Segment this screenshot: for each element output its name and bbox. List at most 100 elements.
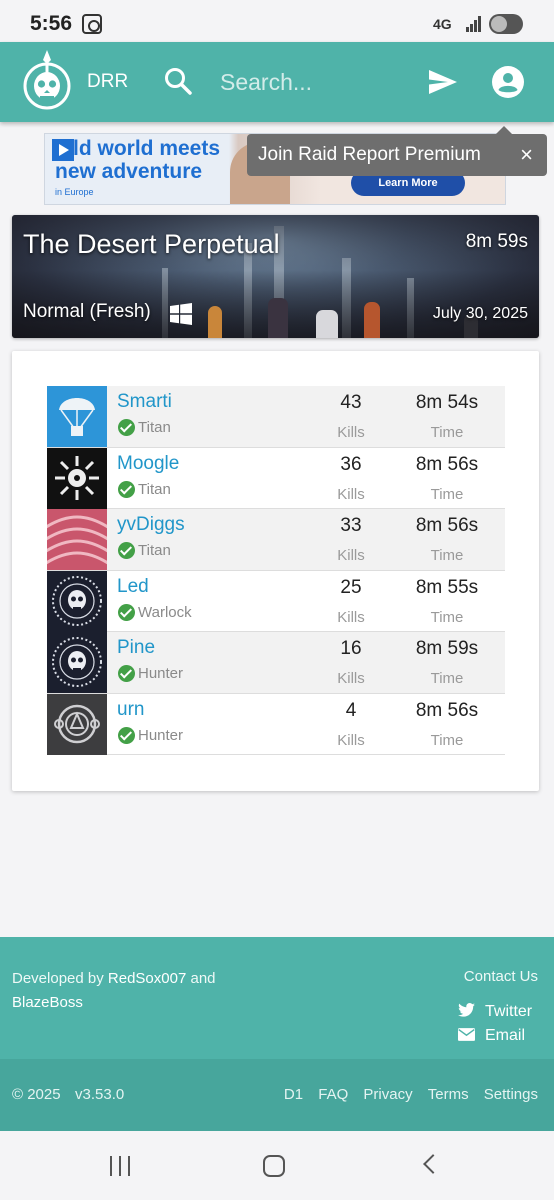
network-type: 4G: [433, 16, 452, 32]
player-list: Smarti Titan 43 Kills 8m 54s Time Moogle: [47, 386, 505, 755]
parachute-emblem-icon: [47, 386, 107, 447]
verified-check-icon: [118, 480, 135, 498]
player-kills: 33: [340, 515, 362, 536]
activity-title: The Desert Perpetual: [23, 229, 280, 259]
ad-subtext: in Europe: [55, 187, 94, 197]
footer-link-settings[interactable]: Settings: [484, 1086, 538, 1103]
player-kills: 16: [340, 638, 362, 659]
close-icon[interactable]: ×: [520, 134, 533, 176]
kills-label: Kills: [337, 670, 365, 687]
activity-mode: Normal (Fresh): [23, 301, 151, 322]
verified-check-icon: [118, 542, 135, 559]
skull-logo-icon[interactable]: [22, 50, 72, 114]
email-label: Email: [485, 1027, 526, 1044]
hero-figure: [208, 306, 222, 338]
time-label: Time: [430, 547, 464, 564]
time-label: Time: [430, 608, 464, 626]
kills-label: Kills: [337, 731, 365, 749]
app-bar: DRR: [0, 42, 554, 122]
copyright: © 2025: [12, 1086, 61, 1103]
player-class: Titan: [138, 480, 171, 498]
player-time: 8m 56s: [415, 453, 479, 475]
twitter-label: Twitter: [485, 1003, 533, 1020]
search-icon[interactable]: [163, 66, 193, 96]
footer-bar: © 2025 v3.53.0 D1 FAQ Privacy Terms Sett…: [0, 1059, 554, 1131]
player-name[interactable]: Led: [117, 576, 149, 598]
email-link[interactable]: Email: [458, 1027, 525, 1045]
player-name[interactable]: yvDiggs: [117, 514, 185, 536]
verified-check-icon: [118, 419, 135, 436]
footer-links: D1 FAQ Privacy Terms Settings: [273, 1086, 538, 1103]
player-time: 8m 55s: [415, 576, 479, 598]
player-time: 8m 56s: [415, 515, 479, 536]
system-nav-bar: [0, 1131, 554, 1200]
recents-icon[interactable]: [108, 1156, 132, 1176]
player-class: Warlock: [138, 603, 192, 621]
player-name[interactable]: Moogle: [117, 453, 179, 475]
hero-figure: [316, 310, 338, 338]
account-icon[interactable]: [491, 65, 525, 99]
player-name[interactable]: urn: [117, 699, 144, 721]
credit-prefix: Developed by: [12, 970, 104, 987]
premium-tooltip[interactable]: Join Raid Report Premium ×: [247, 126, 547, 176]
footer-link-faq[interactable]: FAQ: [318, 1086, 348, 1103]
ad-headline: ld world meets new adventure: [55, 137, 221, 183]
player-class: Titan: [138, 542, 171, 559]
battery-toggle-icon: [489, 14, 523, 34]
app-version: v3.53.0: [75, 1086, 125, 1103]
tooltip-text: Join Raid Report Premium: [258, 144, 481, 165]
verified-check-icon: [118, 603, 135, 621]
kills-label: Kills: [337, 608, 365, 626]
status-time: 5:56: [30, 12, 73, 35]
player-row[interactable]: urn Hunter 4 Kills 8m 56s Time: [47, 693, 505, 755]
home-icon[interactable]: [263, 1155, 285, 1177]
time-label: Time: [430, 670, 464, 687]
player-row[interactable]: Smarti Titan 43 Kills 8m 54s Time: [47, 386, 505, 448]
wave-emblem-icon: [47, 509, 107, 570]
player-row[interactable]: Led Warlock 25 Kills 8m 55s Time: [47, 570, 505, 632]
sunburst-emblem-icon: [47, 447, 107, 509]
player-row[interactable]: yvDiggs Titan 33 Kills 8m 56s Time: [47, 509, 505, 571]
time-label: Time: [430, 424, 464, 441]
crest-emblem-icon: [47, 693, 107, 755]
player-kills: 4: [345, 699, 357, 721]
footer-link-d1[interactable]: D1: [284, 1086, 303, 1103]
player-kills: 36: [340, 453, 362, 475]
verified-check-icon: [118, 665, 135, 682]
kills-label: Kills: [337, 485, 365, 503]
activity-date: July 30, 2025: [432, 305, 528, 322]
developer-link[interactable]: BlazeBoss: [12, 994, 83, 1011]
brand-name[interactable]: DRR: [87, 71, 128, 93]
signal-icon: [466, 16, 484, 32]
hero-figure: [268, 298, 288, 338]
skull-emblem-icon: [47, 570, 107, 632]
hero-figure: [364, 302, 380, 338]
time-label: Time: [430, 485, 464, 503]
player-time: 8m 56s: [415, 699, 479, 721]
verified-check-icon: [118, 726, 135, 744]
search-input[interactable]: [220, 64, 410, 100]
player-row[interactable]: Moogle Titan 36 Kills 8m 56s Time: [47, 447, 505, 509]
player-class: Hunter: [138, 665, 184, 682]
player-name[interactable]: Smarti: [117, 391, 172, 413]
twitter-link[interactable]: Twitter: [458, 1003, 532, 1021]
back-icon[interactable]: [423, 1154, 443, 1174]
kills-label: Kills: [337, 424, 365, 441]
player-row[interactable]: Pine Hunter 16 Kills 8m 59s Time: [47, 632, 505, 694]
developer-credit: Developed by RedSox007 and BlazeBoss: [12, 967, 252, 1015]
screenshot-icon: [82, 14, 102, 34]
developer-link[interactable]: RedSox007: [108, 970, 186, 987]
skull-emblem-icon: [47, 632, 107, 693]
player-name[interactable]: Pine: [117, 637, 155, 659]
player-time: 8m 54s: [415, 392, 479, 413]
credit-and: and: [190, 970, 216, 987]
send-icon[interactable]: [428, 68, 458, 96]
footer: Developed by RedSox007 and BlazeBoss Con…: [0, 937, 554, 1059]
footer-link-privacy[interactable]: Privacy: [363, 1086, 412, 1103]
status-bar: 5:56 4G: [0, 0, 554, 42]
footer-link-terms[interactable]: Terms: [428, 1086, 469, 1103]
time-label: Time: [430, 731, 464, 749]
player-kills: 43: [340, 392, 362, 413]
windows-icon: [170, 303, 192, 325]
activity-duration: 8m 59s: [465, 231, 528, 252]
